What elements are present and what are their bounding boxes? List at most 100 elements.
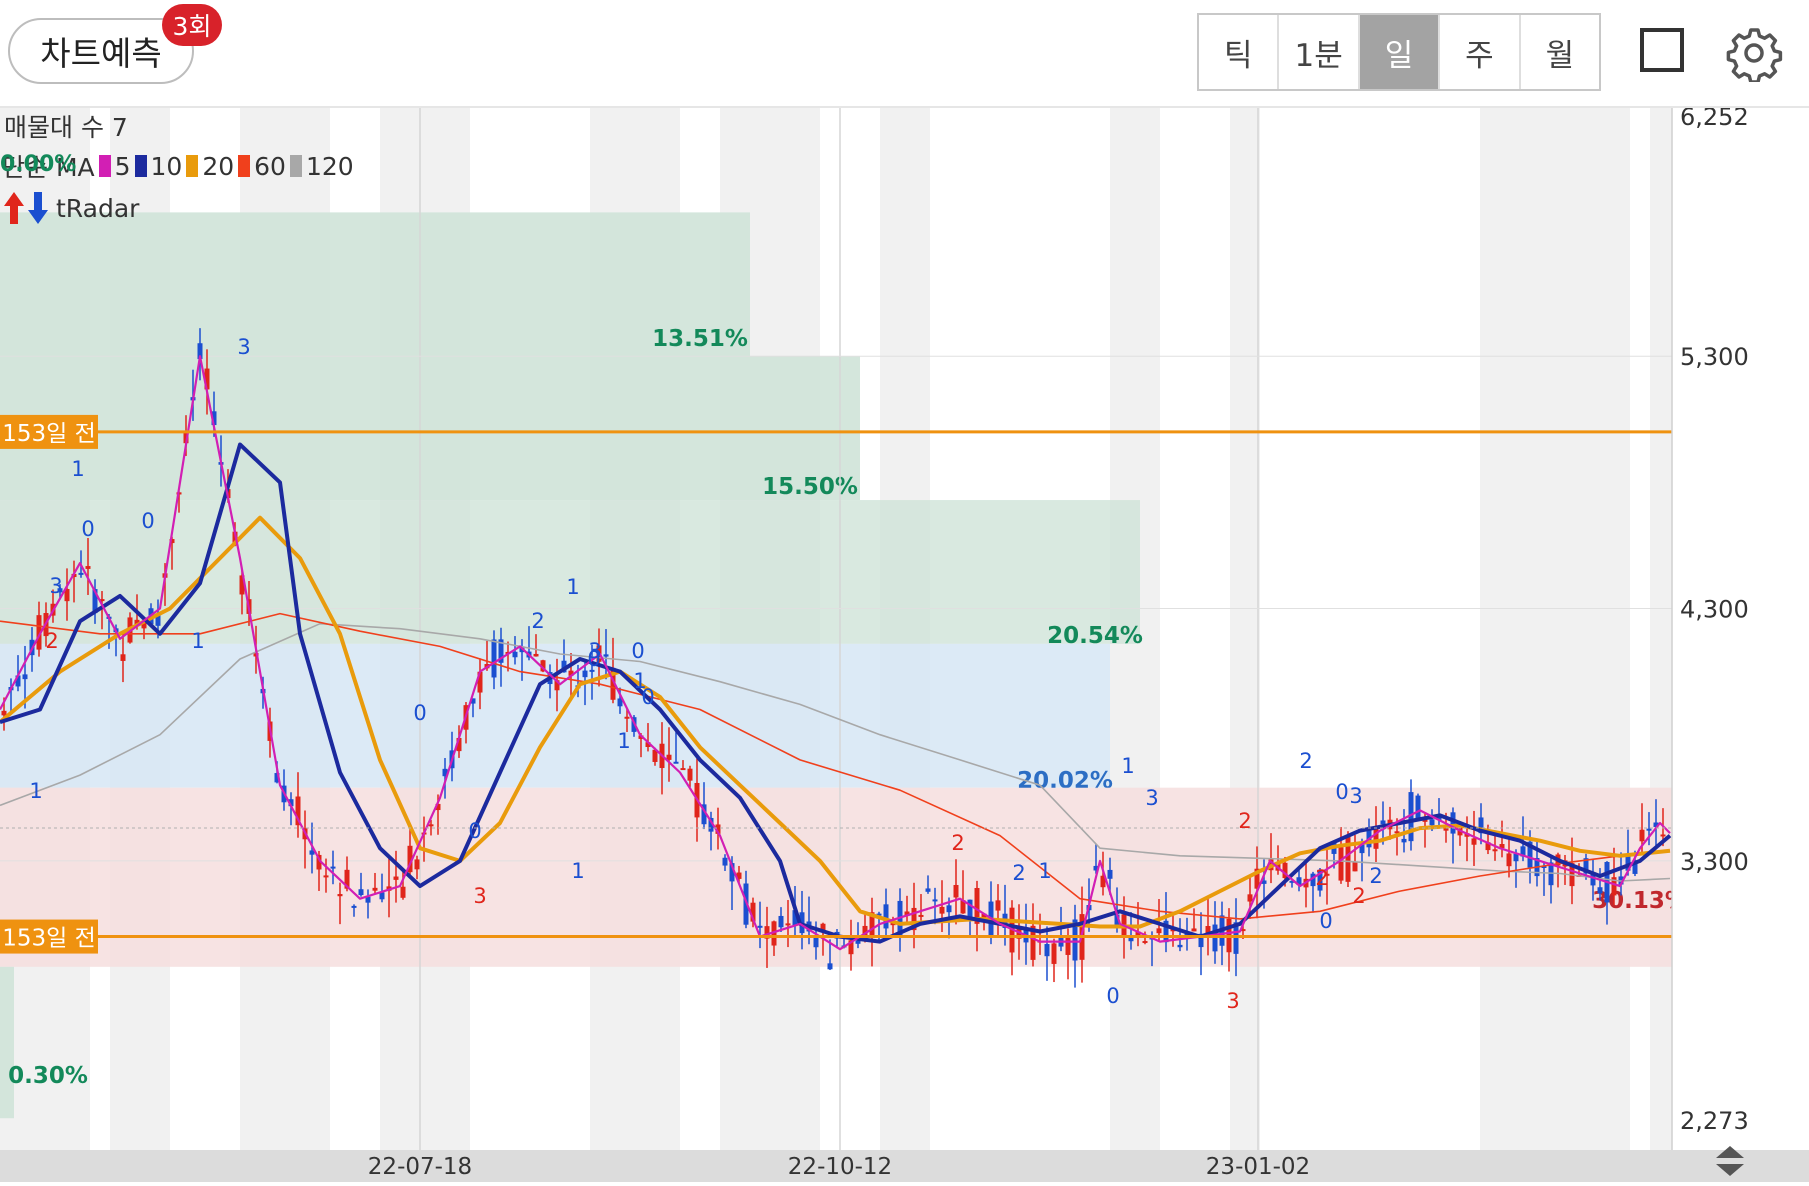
price-marker-10: 3 — [473, 884, 486, 908]
ma-legend-60: 60 — [254, 151, 286, 181]
candle — [1345, 831, 1351, 888]
price-marker-3: 1 — [71, 457, 84, 481]
candle-body — [1471, 838, 1477, 845]
candle-body — [946, 905, 952, 913]
price-level-left-label-1: 153일 전 — [2, 926, 96, 952]
candle-body — [925, 888, 931, 892]
candle-body — [337, 894, 343, 897]
candle-body — [673, 761, 679, 764]
candle-body — [85, 566, 91, 569]
candle-body — [330, 866, 336, 869]
price-marker-34: 3 — [1226, 989, 1239, 1013]
candle-body — [1506, 853, 1512, 867]
price-marker-2: 2 — [45, 629, 58, 653]
candle-body — [491, 639, 497, 678]
x-tick-label-2: 23-01-02 — [1206, 1154, 1310, 1180]
price-marker-8: 0 — [413, 701, 426, 725]
ma-legend-10: 10 — [150, 151, 183, 181]
candle-body — [1380, 820, 1386, 825]
y-axis-background — [1672, 108, 1809, 1150]
ma-swatch-60 — [238, 155, 251, 177]
chart-area[interactable]: 13.51% 15.50% 20.54% 20.02% 30.13% 0.30% 153일… — [0, 103, 1809, 1182]
period-selector: 틱 1분 일 주 월 — [1197, 13, 1601, 91]
gear-icon[interactable] — [1725, 24, 1783, 82]
price-marker-24: 1 — [1121, 754, 1134, 778]
candle-body — [1051, 943, 1057, 964]
candle-body — [22, 674, 28, 680]
candle-body — [1597, 887, 1603, 894]
price-marker-32: 2 — [1352, 884, 1365, 908]
price-marker-26: 2 — [1238, 809, 1251, 833]
price-marker-1: 3 — [49, 574, 62, 598]
square-outline-icon[interactable] — [1640, 28, 1684, 72]
ma-swatch-20 — [186, 155, 199, 177]
y-tick-label-4: 2,273 — [1680, 1107, 1749, 1135]
candle-body — [323, 875, 329, 878]
price-marker-27: 2 — [1299, 749, 1312, 773]
volume-zone-3 — [0, 643, 1110, 788]
price-marker-5: 0 — [141, 509, 154, 533]
price-marker-15: 3 — [588, 639, 601, 663]
date-band-7 — [1160, 108, 1230, 1150]
tradar-arrows-icon — [4, 192, 48, 224]
y-tick-label-0: 6,252 — [1680, 108, 1749, 131]
candle-body — [358, 889, 364, 896]
candle-body — [883, 904, 889, 929]
candlestick-chart[interactable]: 13.51%15.50%20.54%20.02%30.13%0.30% 153일… — [0, 103, 1809, 1182]
ma-swatch-120 — [289, 155, 302, 177]
candle-body — [855, 940, 861, 944]
candle-body — [120, 654, 126, 661]
y-tick-label-1: 5,300 — [1680, 343, 1749, 371]
ma-legend-120: 120 — [305, 151, 354, 181]
candle-body — [827, 963, 833, 970]
price-marker-17: 0 — [631, 639, 644, 663]
candle-body — [1352, 862, 1358, 872]
y-axis: 6,252 5,300 4,300 3,300 2,273 — [1671, 103, 1809, 1150]
volume-zone-percent-1: 15.50% — [762, 474, 858, 500]
price-marker-19: 0 — [641, 685, 654, 709]
candle-body — [1247, 894, 1253, 902]
candle-body — [624, 716, 630, 719]
volume-zone-1 — [0, 356, 860, 501]
x-tick-label-1: 22-10-12 — [788, 1154, 892, 1180]
candle-body — [785, 923, 791, 926]
candle-body — [582, 670, 588, 678]
candle-body — [372, 887, 378, 891]
price-marker-23: 0 — [1106, 984, 1119, 1008]
price-marker-21: 2 — [1012, 861, 1025, 885]
candle-body — [1429, 819, 1435, 826]
candle-body — [1492, 849, 1498, 852]
period-tab-day[interactable]: 일 — [1359, 15, 1441, 89]
x-tick-label-0: 22-07-18 — [368, 1154, 472, 1180]
y-tick-label-3: 3,300 — [1680, 848, 1749, 876]
candle-body — [400, 886, 406, 898]
price-marker-33: 2 — [1369, 864, 1382, 888]
candle-body — [414, 859, 420, 870]
period-tab-week[interactable]: 주 — [1440, 15, 1521, 89]
candle-body — [1338, 847, 1344, 881]
candle-body — [1044, 944, 1050, 957]
ma-legend-5: 5 — [114, 151, 131, 181]
price-marker-25: 3 — [1145, 786, 1158, 810]
candle-body — [1128, 937, 1134, 942]
price-marker-4: 0 — [81, 517, 94, 541]
candle-body — [995, 900, 1001, 911]
period-tab-month[interactable]: 월 — [1521, 15, 1599, 89]
candle-body — [533, 653, 539, 657]
candle-body — [1639, 829, 1645, 842]
candle — [1415, 793, 1421, 822]
period-tab-tick[interactable]: 틱 — [1199, 15, 1280, 89]
volume-profile-label: 매물대 수 7 — [4, 113, 128, 142]
price-marker-29: 0 — [1319, 909, 1332, 933]
candle-body — [757, 925, 763, 928]
tradar-label: tRadar — [56, 193, 140, 223]
date-band-8 — [1260, 108, 1480, 1150]
candle-body — [78, 572, 84, 575]
price-marker-31: 3 — [1349, 784, 1362, 808]
candle-body — [351, 905, 357, 908]
x-axis-background — [0, 1150, 1809, 1182]
period-tab-1min[interactable]: 1분 — [1279, 15, 1360, 89]
candle-body — [1142, 941, 1148, 944]
candle-body — [1177, 944, 1183, 948]
volume-zone-4 — [0, 787, 1672, 967]
